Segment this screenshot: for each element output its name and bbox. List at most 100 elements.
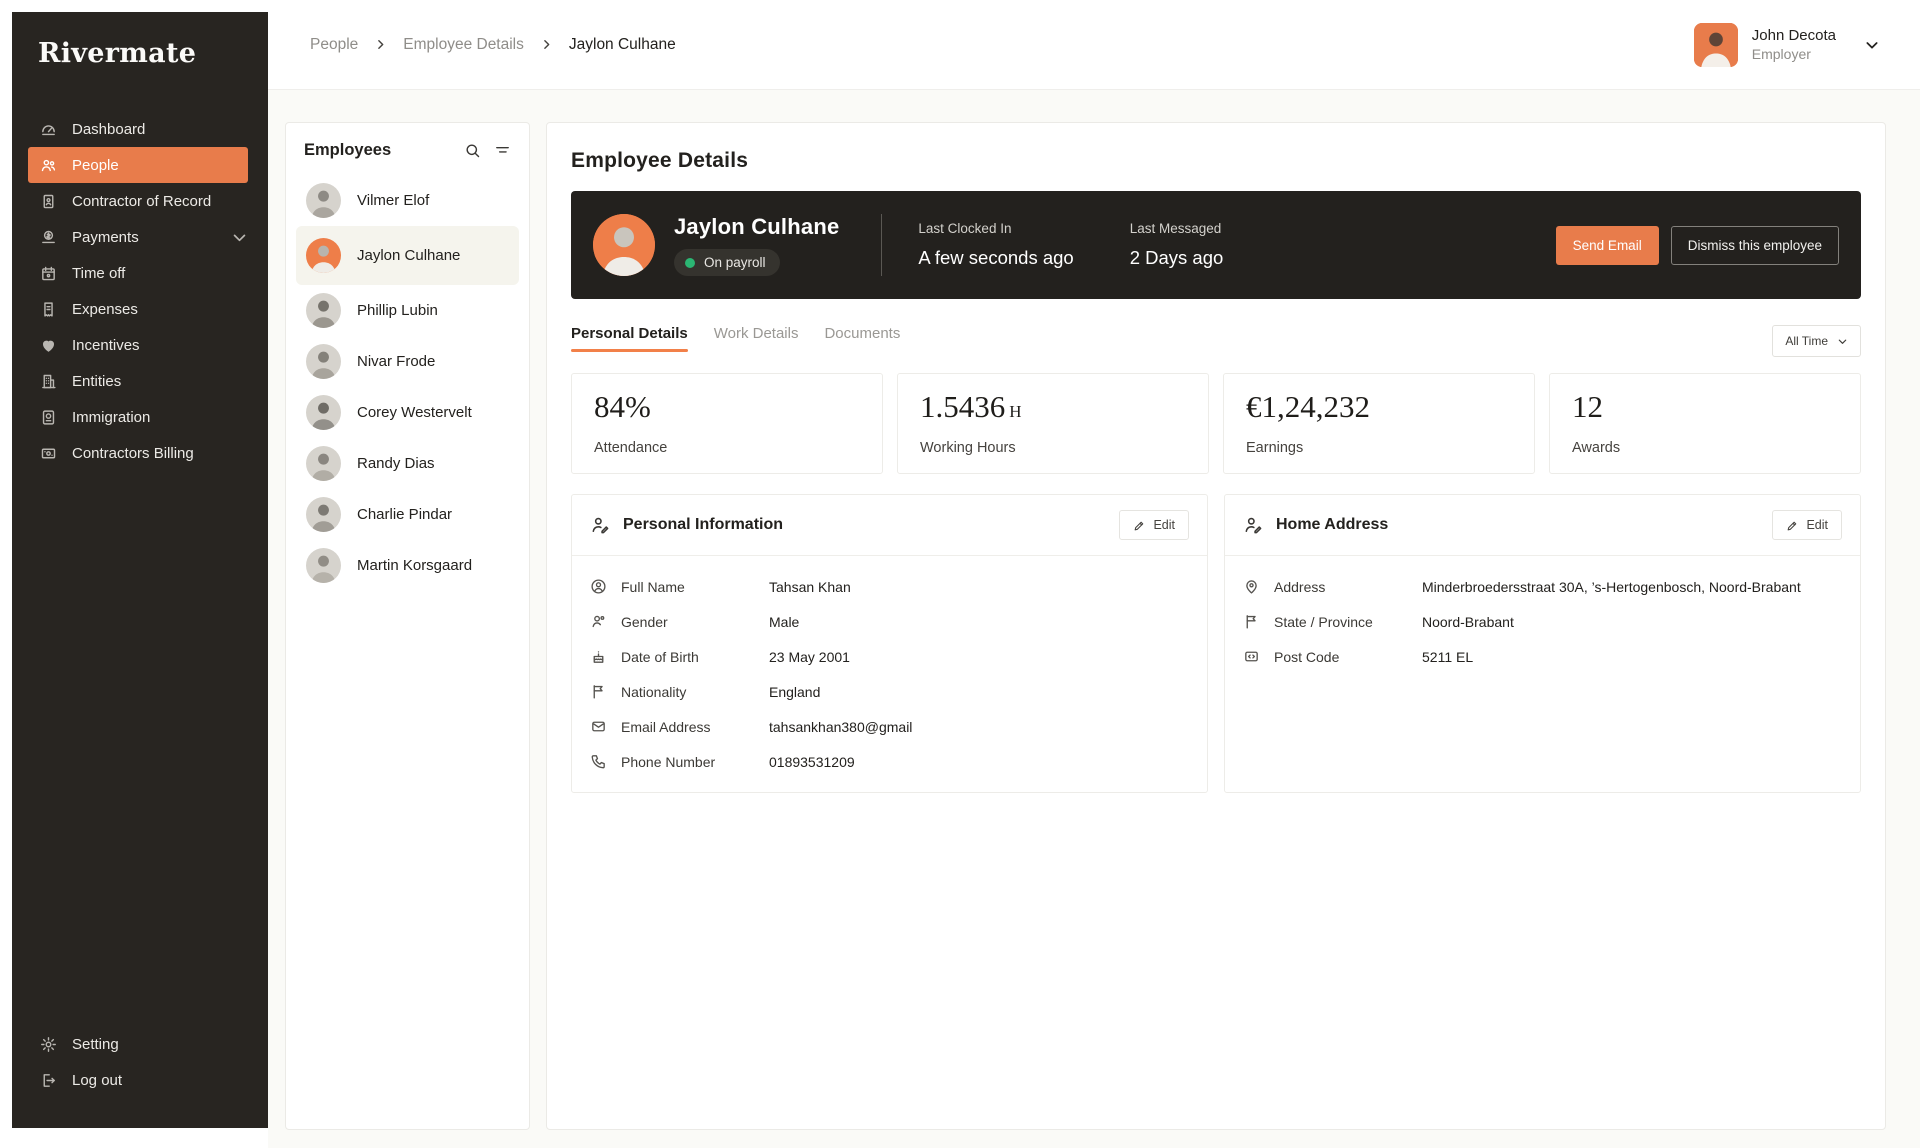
employee-name: Charlie Pindar xyxy=(357,506,452,523)
sidebar-item-label: Log out xyxy=(72,1072,122,1089)
row-gender: Gender Male xyxy=(590,604,1189,639)
chevron-down-icon[interactable] xyxy=(1864,37,1880,53)
user-menu[interactable]: John Decota Employer xyxy=(1694,23,1880,67)
sidebar-item-contractors-billing[interactable]: Contractors Billing xyxy=(12,435,268,471)
row-label: Post Code xyxy=(1274,649,1422,665)
avatar xyxy=(306,344,341,379)
profile-card: Jaylon Culhane On payroll Last Clocked I… xyxy=(571,191,1861,299)
entities-icon xyxy=(40,373,57,390)
edit-home-address-button[interactable]: Edit xyxy=(1772,510,1842,540)
page-title: Employee Details xyxy=(571,149,1861,173)
sidebar-item-label: People xyxy=(72,157,119,174)
edit-personal-info-button[interactable]: Edit xyxy=(1119,510,1189,540)
tab-documents[interactable]: Documents xyxy=(824,325,900,352)
sidebar-item-setting[interactable]: Setting xyxy=(12,1026,268,1062)
list-item-jaylon-culhane[interactable]: Jaylon Culhane xyxy=(296,226,519,285)
row-date-of-birth: Date of Birth 23 May 2001 xyxy=(590,639,1189,674)
send-email-button[interactable]: Send Email xyxy=(1556,226,1659,265)
stat-card-earnings: €1,24,232 Earnings xyxy=(1223,373,1535,474)
postcode-icon xyxy=(1243,648,1260,665)
stat-card-awards: 12 Awards xyxy=(1549,373,1861,474)
list-item-phillip-lubin[interactable]: Phillip Lubin xyxy=(296,285,519,336)
chevron-down-icon xyxy=(231,229,248,246)
last-messaged: Last Messaged 2 Days ago xyxy=(1130,221,1224,269)
breadcrumb-employee-details[interactable]: Employee Details xyxy=(403,36,524,54)
search-icon[interactable] xyxy=(464,142,481,159)
sidebar-item-expenses[interactable]: Expenses xyxy=(12,291,268,327)
cake-icon xyxy=(590,648,607,665)
sidebar-item-time-off[interactable]: Time off xyxy=(12,255,268,291)
list-item-randy-dias[interactable]: Randy Dias xyxy=(296,438,519,489)
sidebar-footer: Setting Log out xyxy=(12,1026,268,1128)
chevron-right-icon xyxy=(374,38,387,51)
stat-value: 84% xyxy=(594,389,860,425)
row-value: 23 May 2001 xyxy=(769,649,850,665)
mail-icon xyxy=(590,718,607,735)
sidebar-item-entities[interactable]: Entities xyxy=(12,363,268,399)
card-rows: Full Name Tahsan Khan Gender Male xyxy=(572,556,1207,792)
breadcrumb-people[interactable]: People xyxy=(310,36,358,54)
user-role: Employer xyxy=(1752,46,1836,62)
employees-header-icons xyxy=(464,142,511,159)
tabs: Personal Details Work Details Documents xyxy=(571,325,900,352)
sidebar: Rivermate Dashboard People Contractor of… xyxy=(12,12,268,1128)
sidebar-item-dashboard[interactable]: Dashboard xyxy=(12,111,268,147)
avatar xyxy=(306,238,341,273)
sidebar-item-payments[interactable]: Payments xyxy=(12,219,268,255)
sidebar-item-contractor-of-record[interactable]: Contractor of Record xyxy=(12,183,268,219)
dismiss-employee-button[interactable]: Dismiss this employee xyxy=(1671,226,1839,265)
sidebar-item-logout[interactable]: Log out xyxy=(12,1062,268,1098)
last-clocked-in: Last Clocked In A few seconds ago xyxy=(918,221,1073,269)
sidebar-item-label: Payments xyxy=(72,229,139,246)
sidebar-item-immigration[interactable]: Immigration xyxy=(12,399,268,435)
person-edit-icon xyxy=(1243,515,1263,535)
list-item-charlie-pindar[interactable]: Charlie Pindar xyxy=(296,489,519,540)
sidebar-item-label: Contractors Billing xyxy=(72,445,194,462)
sidebar-item-label: Immigration xyxy=(72,409,150,426)
main-content: Employees Vilmer Elof Jaylon xyxy=(268,90,1920,1148)
sidebar-item-label: Entities xyxy=(72,373,121,390)
list-item-corey-westervelt[interactable]: Corey Westervelt xyxy=(296,387,519,438)
row-label: Full Name xyxy=(621,579,769,595)
time-filter-select[interactable]: All Time xyxy=(1772,325,1861,357)
filter-icon[interactable] xyxy=(494,142,511,159)
stat-value: 12 xyxy=(1572,389,1838,425)
last-clocked-in-value: A few seconds ago xyxy=(918,247,1073,269)
avatar xyxy=(306,446,341,481)
row-value: Noord-Brabant xyxy=(1422,614,1514,630)
row-label: State / Province xyxy=(1274,614,1422,630)
billing-icon xyxy=(40,445,57,462)
card-title: Personal Information xyxy=(623,516,783,534)
employee-list: Vilmer Elof Jaylon Culhane Phillip Lubin… xyxy=(296,175,519,591)
row-post-code: Post Code 5211 EL xyxy=(1243,639,1842,674)
user-name: John Decota xyxy=(1752,27,1836,44)
app-root: Rivermate Dashboard People Contractor of… xyxy=(0,0,1920,1148)
row-phone-number: Phone Number 01893531209 xyxy=(590,744,1189,779)
breadcrumb-current: Jaylon Culhane xyxy=(569,36,676,54)
employees-header: Employees xyxy=(296,141,519,160)
list-item-martin-korsgaard[interactable]: Martin Korsgaard xyxy=(296,540,519,591)
stat-card-attendance: 84% Attendance xyxy=(571,373,883,474)
tab-work-details[interactable]: Work Details xyxy=(714,325,799,352)
list-item-nivar-frode[interactable]: Nivar Frode xyxy=(296,336,519,387)
sidebar-item-label: Incentives xyxy=(72,337,140,354)
stat-label: Attendance xyxy=(594,440,860,456)
flag-icon xyxy=(590,683,607,700)
incentives-icon xyxy=(40,337,57,354)
row-address: Address Minderbroedersstraat 30A, ’s-Her… xyxy=(1243,569,1842,604)
flag-icon xyxy=(1243,613,1260,630)
status-badge: On payroll xyxy=(674,249,780,276)
sidebar-item-incentives[interactable]: Incentives xyxy=(12,327,268,363)
status-text: On payroll xyxy=(704,255,766,270)
avatar xyxy=(306,497,341,532)
sidebar-item-label: Expenses xyxy=(72,301,138,318)
tab-personal-details[interactable]: Personal Details xyxy=(571,325,688,352)
row-value: Male xyxy=(769,614,799,630)
card-header: Personal Information Edit xyxy=(572,495,1207,556)
row-email-address: Email Address tahsankhan380@gmail xyxy=(590,709,1189,744)
employees-panel-title: Employees xyxy=(304,141,391,160)
sidebar-item-people[interactable]: People xyxy=(28,147,248,183)
row-state-province: State / Province Noord-Brabant xyxy=(1243,604,1842,639)
list-item-vilmer-elof[interactable]: Vilmer Elof xyxy=(296,175,519,226)
stat-value: 1.5436H xyxy=(920,389,1186,425)
